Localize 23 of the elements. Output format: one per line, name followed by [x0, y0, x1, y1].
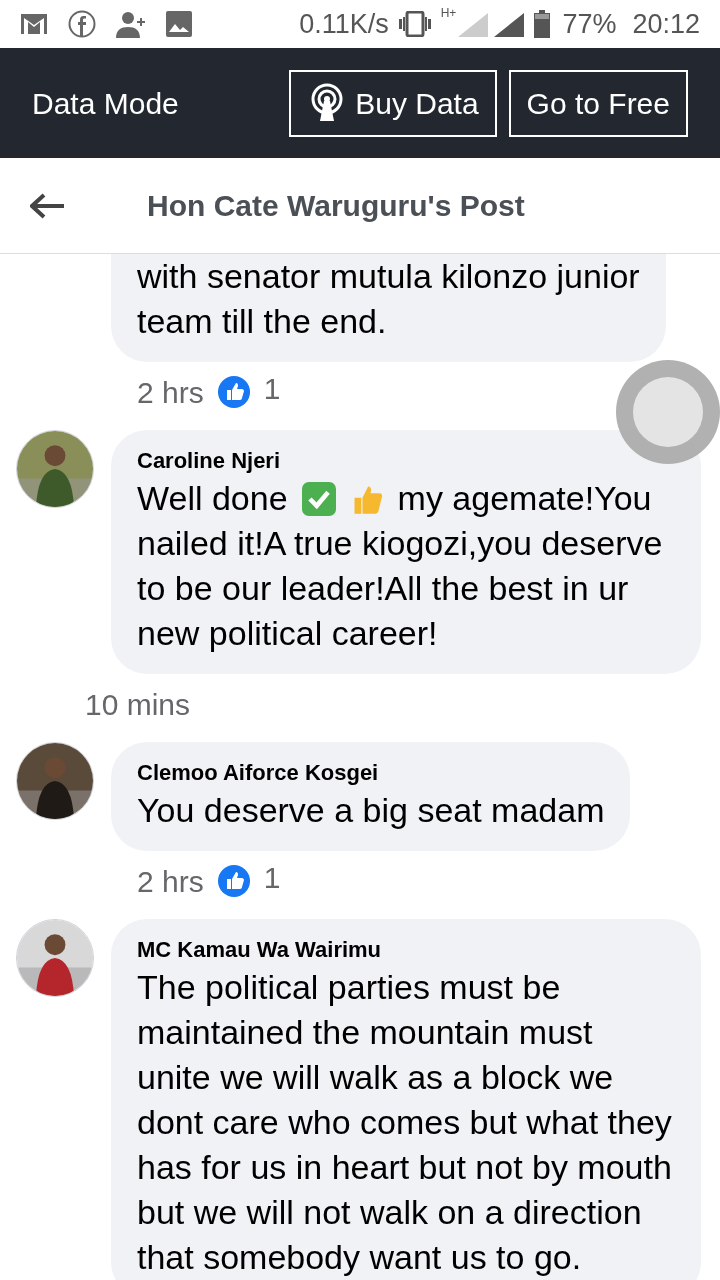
comment-text: You deserve a big seat madam: [137, 790, 605, 831]
comment-author: Caroline Njeri: [137, 447, 282, 475]
like-count: 1: [263, 859, 281, 896]
network-speed: 0.11K/s: [299, 7, 389, 41]
comment-time: 2 hrs: [137, 863, 204, 900]
like-count: 1: [263, 370, 281, 407]
comment-text: nailed it!A true kiogozi,you deserve to be our leader!All the best in ur new political career!: [137, 523, 664, 654]
comment-text: my agemate!You: [397, 478, 652, 519]
comment-text: with senator mutula kilonzo junior: [137, 256, 640, 297]
comment-time: 10 mins: [85, 686, 191, 723]
comment-text: Well done: [137, 478, 288, 519]
buy-data-button[interactable]: Buy Data: [289, 69, 497, 137]
comment-time: 2 hrs: [137, 374, 204, 411]
comment-text: team till the end.: [137, 301, 388, 342]
post-title: Hon Cate Waruguru's Post: [147, 188, 525, 224]
battery-level: 77%: [562, 7, 617, 41]
network-type: H+: [440, 5, 457, 22]
comment-text: The political parties must be maintained the mountain must unite we will walk as a block we dont care who comes but what they has for us in heart but not by mouth but we will not walk on a direction that somebody want us to go.: [137, 967, 673, 1278]
clock: 20:12: [632, 7, 700, 41]
free-mode-button[interactable]: Go to Free: [508, 69, 688, 137]
comment-author: MC Kamau Wa Wairimu: [137, 936, 383, 964]
comment-author: Clemoo Aiforce Kosgei: [137, 759, 380, 787]
data-mode-title: Data Mode: [32, 85, 179, 122]
